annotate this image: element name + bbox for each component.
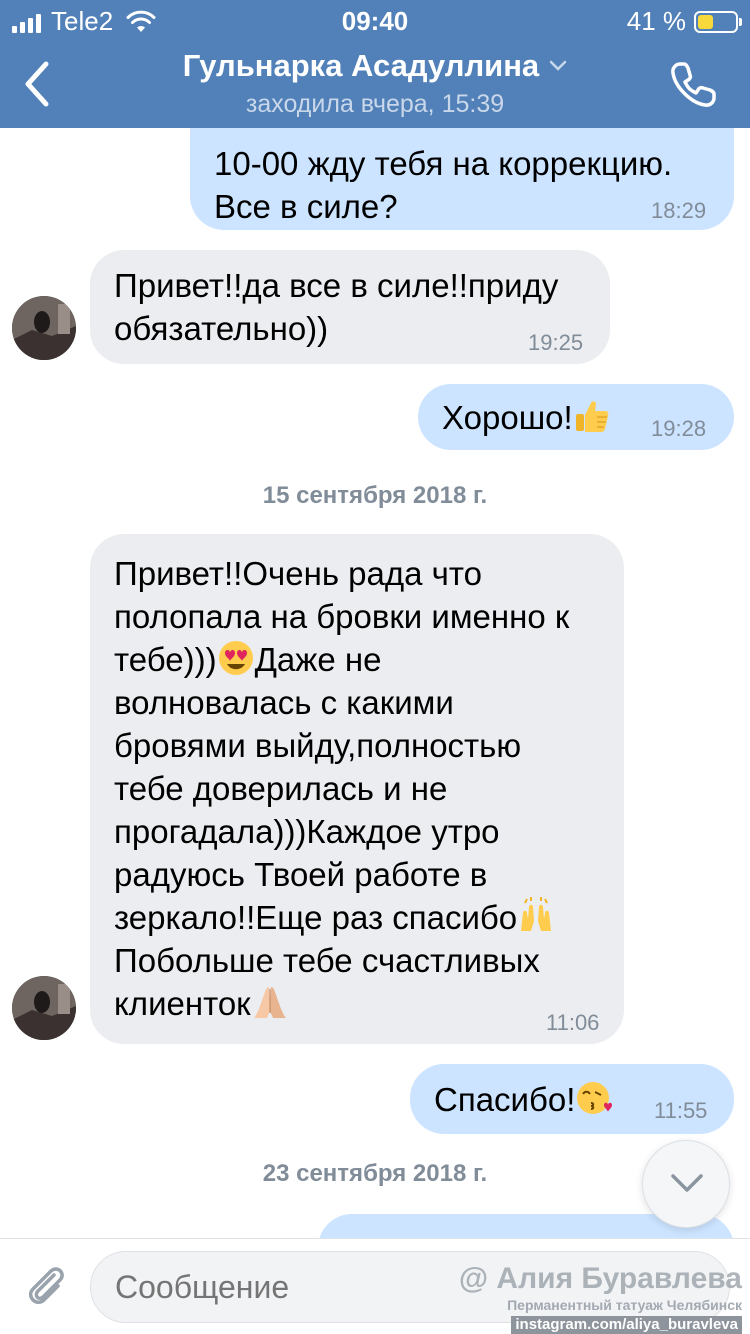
watermark: @ Алия Буравлева Перманентный татуаж Чел… (452, 1262, 742, 1334)
status-bar: Tele2 09:40 41 % (0, 0, 750, 40)
avatar[interactable] (12, 296, 76, 360)
message-text-line: Побольше тебе счастливых (114, 942, 540, 979)
message-text-line: обязательно)) (114, 310, 329, 347)
message-time: 18:29 (651, 198, 707, 223)
message-time: 19:25 (528, 330, 584, 355)
scroll-to-bottom-button[interactable] (642, 1140, 730, 1228)
date-separator: 23 сентября 2018 г. (262, 1160, 488, 1187)
message-text-line: волновалась с какими (114, 684, 454, 721)
raised-hands-icon (521, 897, 552, 931)
message-text-line: радуюсь Твоей работе в (114, 856, 488, 893)
chevron-down-icon (549, 60, 567, 71)
chat-title: Гульнарка Асадуллина (182, 48, 540, 83)
message-text-line: клиенток (114, 985, 251, 1022)
kissing-heart-icon (577, 1082, 613, 1114)
battery-level (698, 14, 713, 29)
message-text-line: тебе доверилась и не (114, 770, 448, 807)
message-text-line: полопала на бровки именно к (114, 598, 570, 635)
watermark-author: @ Алия Буравлева (458, 1262, 742, 1295)
phone-icon[interactable] (666, 58, 720, 112)
message-bubble[interactable]: Привет!!Очень рада что полопала на бровк… (90, 534, 624, 1044)
avatar[interactable] (12, 976, 76, 1040)
message-time: 11:55 (654, 1098, 708, 1123)
chevron-down-icon (671, 1174, 703, 1192)
watermark-tagline: Перманентный татуаж Челябинск (507, 1297, 742, 1313)
battery-icon (694, 10, 742, 33)
chat-title-block[interactable]: Гульнарка Асадуллина заходила вчера, 15:… (120, 48, 630, 119)
thumbs-up-icon (575, 401, 609, 432)
message-time: 19:28 (651, 416, 707, 441)
message-time: 11:06 (546, 1010, 600, 1035)
message-text-line: Даже не (254, 641, 382, 678)
avatar-image (12, 296, 76, 360)
folded-hands-icon (253, 987, 286, 1018)
message-text-line: Все в силе? (214, 188, 398, 225)
back-icon[interactable] (16, 56, 64, 112)
battery-percentage: 41 % (626, 6, 686, 36)
message-list[interactable]: 10-00 жду тебя на коррекцию. Все в силе?… (0, 128, 750, 1238)
message-text-line: зеркало!!Еще раз спасибо (114, 899, 518, 936)
avatar-image (12, 976, 76, 1040)
watermark-link: instagram.com/aliya_buravleva (511, 1316, 742, 1334)
last-seen-status: заходила вчера, 15:39 (245, 90, 505, 118)
message-text: Хорошо! (442, 399, 573, 436)
message-text-line: прогадала)))Каждое утро (114, 813, 500, 850)
message-text-line: Привет!!да все в силе!!приду (114, 267, 559, 304)
date-separator: 15 сентября 2018 г. (262, 482, 488, 509)
message-text-line: 10-00 жду тебя на коррекцию. (214, 145, 673, 182)
chat-header: Tele2 09:40 41 % Гульнарка Асадуллина за… (0, 0, 750, 128)
message-text: Спасибо! (434, 1081, 576, 1118)
paperclip-icon[interactable] (22, 1261, 72, 1311)
message-text-line: Привет!!Очень рада что (114, 555, 482, 592)
heart-eyes-icon (218, 641, 253, 675)
message-text-line: бровями выйду,полностью (114, 727, 522, 764)
message-text-line: тебе))) (114, 641, 217, 678)
